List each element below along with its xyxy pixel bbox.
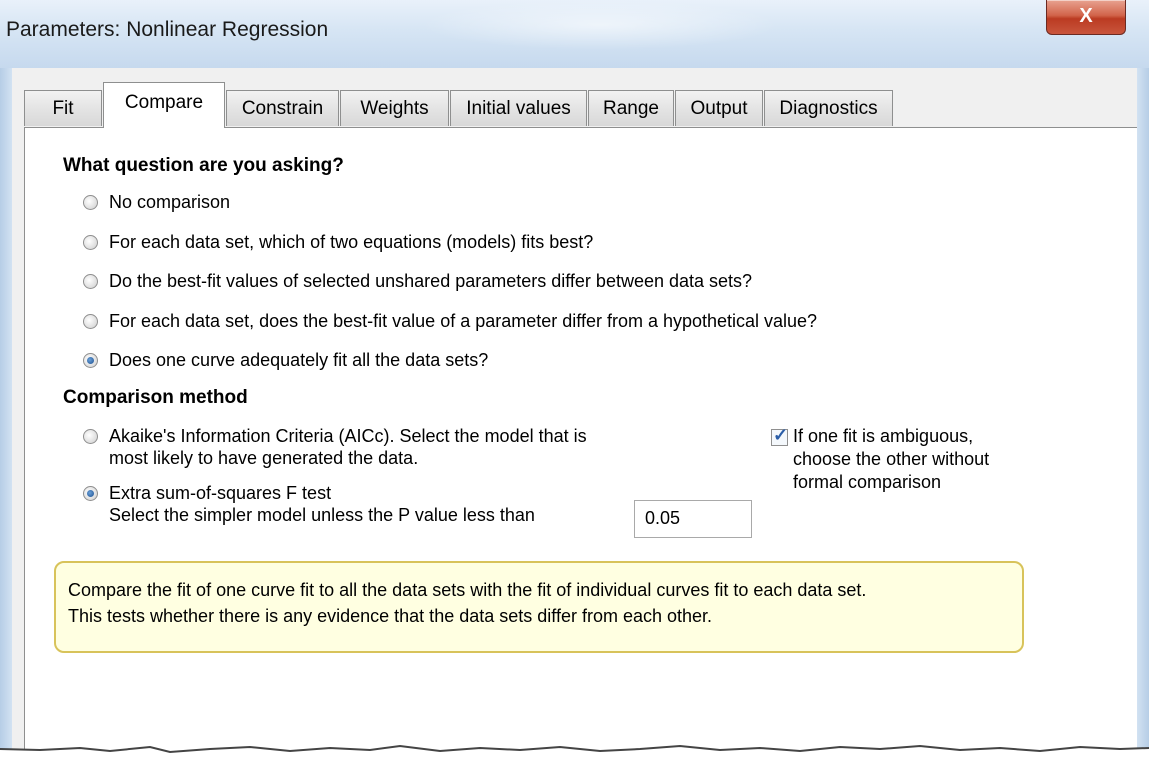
method-heading: Comparison method xyxy=(63,387,248,408)
tab-range[interactable]: Range xyxy=(588,90,674,126)
ambiguous-label-line2: choose the other without xyxy=(793,449,990,469)
radio-button[interactable] xyxy=(83,314,98,329)
close-button[interactable]: X xyxy=(1046,0,1126,35)
option-label: Does one curve adequately fit all the da… xyxy=(109,350,489,370)
option-label: For each data set, which of two equation… xyxy=(109,232,594,252)
dialog-window: Parameters: Nonlinear Regression X Fit C… xyxy=(0,0,1149,767)
radio-button[interactable] xyxy=(83,195,98,210)
ftest-label-line1: Extra sum-of-squares F test xyxy=(109,483,332,503)
p-value-input[interactable]: 0.05 xyxy=(634,500,752,538)
option-label: For each data set, does the best-fit val… xyxy=(109,311,818,331)
note-line2: This tests whether there is any evidence… xyxy=(68,606,713,626)
tab-weights[interactable]: Weights xyxy=(340,90,449,126)
question-heading: What question are you asking? xyxy=(63,155,344,176)
torn-edge-decoration xyxy=(0,744,1149,767)
radio-button[interactable] xyxy=(83,429,98,444)
radio-button-selected[interactable] xyxy=(83,486,98,501)
aicc-label-line1: Akaike's Information Criteria (AICc). Se… xyxy=(109,426,587,446)
window-left-border xyxy=(0,68,12,767)
compare-panel: What question are you asking? No compari… xyxy=(24,127,1137,767)
tab-diagnostics[interactable]: Diagnostics xyxy=(764,90,893,126)
title-bar[interactable]: Parameters: Nonlinear Regression X xyxy=(0,0,1149,68)
check-mark-icon: ✓ xyxy=(773,425,789,445)
tab-fit[interactable]: Fit xyxy=(24,90,102,126)
window-right-border xyxy=(1137,68,1149,767)
ambiguous-label-line3: formal comparison xyxy=(793,472,942,492)
tab-output[interactable]: Output xyxy=(675,90,763,126)
radio-button[interactable] xyxy=(83,274,98,289)
tab-compare[interactable]: Compare xyxy=(103,82,225,128)
info-note: Compare the fit of one curve fit to all … xyxy=(54,561,1024,653)
tab-constrain[interactable]: Constrain xyxy=(226,90,339,126)
note-line1: Compare the fit of one curve fit to all … xyxy=(68,580,867,600)
window-title: Parameters: Nonlinear Regression xyxy=(6,18,329,41)
ambiguous-checkbox[interactable]: ✓ xyxy=(771,425,788,446)
aicc-label-line2: most likely to have generated the data. xyxy=(109,448,419,468)
title-bar-glow xyxy=(420,0,780,50)
option-label: Do the best-fit values of selected unsha… xyxy=(109,271,753,291)
tab-initial-values[interactable]: Initial values xyxy=(450,90,587,126)
radio-button[interactable] xyxy=(83,235,98,250)
ambiguous-label-line1: If one fit is ambiguous, xyxy=(793,426,974,446)
radio-button-selected[interactable] xyxy=(83,353,98,368)
option-label: No comparison xyxy=(109,192,231,212)
ftest-label-line2: Select the simpler model unless the P va… xyxy=(109,505,535,525)
